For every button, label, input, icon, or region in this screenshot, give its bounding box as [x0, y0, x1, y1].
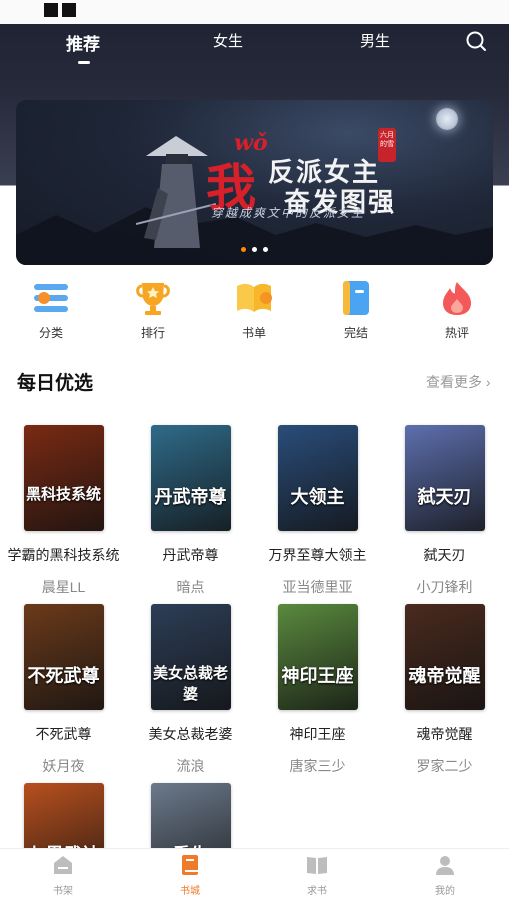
profile-icon: [436, 856, 454, 875]
search-icon[interactable]: [465, 30, 487, 52]
book-title[interactable]: 学霸的黑科技系统: [0, 545, 127, 565]
category-classify[interactable]: 分类: [16, 280, 86, 341]
book-author: 罗家二少: [416, 758, 473, 774]
category-label: 热评: [444, 326, 469, 340]
bookstore-icon: [182, 855, 198, 875]
book-cover[interactable]: 不死武尊: [23, 604, 104, 710]
tab-label: 我的: [435, 886, 455, 897]
book-card[interactable]: 不死武尊 不死武尊 妖月夜: [0, 604, 127, 776]
carousel-dots: [16, 239, 493, 257]
category-icon: [34, 284, 68, 312]
book-author: 妖月夜: [42, 758, 85, 774]
book-card[interactable]: 美女总裁老婆 美女总裁老婆 流浪: [127, 604, 254, 776]
book-cover[interactable]: 黑科技系统: [23, 425, 104, 531]
book-cover[interactable]: 神印王座: [277, 604, 358, 710]
cover-title-art: 黑科技系统: [25, 485, 101, 503]
tab-profile[interactable]: 我的: [415, 854, 475, 897]
view-more-link[interactable]: 查看更多 ›: [426, 372, 491, 392]
tab-female[interactable]: 女生: [213, 30, 243, 51]
carousel-dot[interactable]: [252, 247, 257, 252]
book-cover[interactable]: 丹武帝尊: [150, 425, 231, 531]
book-title[interactable]: 万界至尊大领主: [254, 545, 381, 565]
bottom-tab-bar: 书架 书城 求书 我的: [0, 848, 509, 904]
moon-decoration: [436, 108, 458, 130]
category-completed[interactable]: 完结: [321, 280, 391, 341]
banner-subtitle: 穿越成爽文中的反派女主: [211, 206, 366, 220]
completed-icon: [343, 281, 369, 315]
book-list-icon: [237, 283, 272, 312]
promo-banner[interactable]: wǒ 我 反派女主 奋发图强 穿越成爽文中的反派女主 六月的雪: [16, 100, 493, 265]
status-icon: [44, 3, 58, 17]
book-title[interactable]: 美女总裁老婆: [127, 724, 254, 744]
book-author: 亚当德里亚: [282, 579, 353, 595]
book-card[interactable]: 黑科技系统学霸的黑科技系统晨星LL: [0, 425, 127, 597]
book-card[interactable]: 大领主万界至尊大领主亚当德里亚: [254, 425, 381, 597]
book-title[interactable]: 丹武帝尊: [127, 545, 254, 565]
active-tab-indicator: [78, 61, 90, 64]
cover-title-art: 丹武帝尊: [154, 487, 227, 508]
tab-label: 书城: [180, 886, 200, 897]
book-card[interactable]: 魂帝觉醒 魂帝觉醒 罗家二少: [381, 604, 508, 776]
book-card[interactable]: 弑天刃 弑天刃 小刀锋利: [381, 425, 508, 597]
category-label: 书单: [241, 326, 266, 340]
tab-request-book[interactable]: 求书: [287, 854, 347, 897]
request-book-icon: [307, 857, 327, 874]
category-label: 完结: [343, 326, 368, 340]
tab-label: 求书: [307, 886, 327, 897]
bookshelf-icon: [54, 856, 72, 874]
book-author: 暗点: [176, 579, 205, 595]
cover-title-art: 神印王座: [281, 666, 354, 687]
carousel-dot[interactable]: [263, 247, 268, 252]
book-cover[interactable]: 弑天刃: [404, 425, 485, 531]
status-icon: [62, 3, 76, 17]
tab-label: 书架: [53, 886, 73, 897]
section-title: 每日优选: [17, 373, 94, 394]
category-label: 排行: [140, 326, 165, 340]
category-booklist[interactable]: 书单: [219, 280, 289, 341]
trophy-icon: [136, 283, 170, 315]
book-card[interactable]: 神印王座 神印王座 唐家三少: [254, 604, 381, 776]
cover-title-art: 弑天刃: [417, 487, 472, 508]
book-title[interactable]: 不死武尊: [0, 724, 127, 744]
carousel-dot[interactable]: [241, 247, 246, 252]
tab-bookshelf[interactable]: 书架: [33, 854, 93, 897]
hot-comment-icon: [443, 282, 471, 315]
book-cover[interactable]: 魂帝觉醒: [404, 604, 485, 710]
cover-title-art: 魂帝觉醒: [408, 666, 481, 687]
category-ranking[interactable]: 排行: [118, 280, 188, 341]
book-cover[interactable]: 大领主: [277, 425, 358, 531]
book-author: 小刀锋利: [416, 579, 473, 595]
author-seal: 六月的雪: [378, 128, 396, 162]
book-title[interactable]: 魂帝觉醒: [381, 724, 508, 744]
book-title[interactable]: 弑天刃: [381, 545, 508, 565]
book-author: 唐家三少: [289, 758, 346, 774]
book-title[interactable]: 神印王座: [254, 724, 381, 744]
book-cover[interactable]: 美女总裁老婆: [150, 604, 231, 710]
tab-recommend[interactable]: 推荐: [66, 30, 100, 55]
category-label: 分类: [38, 326, 63, 340]
status-bar: [0, 0, 509, 24]
tab-bookstore[interactable]: 书城: [160, 854, 220, 897]
book-author: 晨星LL: [41, 579, 86, 595]
cover-title-art: 美女总裁老婆: [152, 664, 228, 703]
category-row: 分类 排行 书单 完结 热评: [0, 280, 509, 342]
cover-title-art: 大领主: [290, 487, 345, 508]
top-nav: 推荐 女生 男生: [0, 24, 509, 70]
cover-title-art: 不死武尊: [27, 666, 100, 687]
book-author: 流浪: [176, 758, 205, 774]
tab-male[interactable]: 男生: [360, 30, 390, 51]
book-card[interactable]: 丹武帝尊 丹武帝尊 暗点: [127, 425, 254, 597]
category-hot-comments[interactable]: 热评: [422, 280, 492, 341]
